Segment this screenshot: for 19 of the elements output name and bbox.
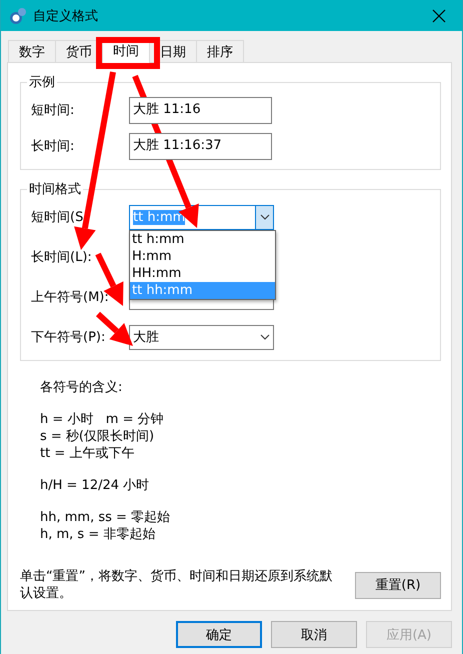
legend-text: hh, mm, ss = 零起始 bbox=[40, 509, 172, 526]
legend-text: tt = 上午或下午 bbox=[40, 445, 136, 462]
field-label: 上午符号(M): bbox=[31, 289, 110, 306]
sample-field: 大胜 11:16:37 bbox=[129, 132, 272, 160]
legend-text: h = 小时 m = 分钟 bbox=[40, 411, 165, 428]
window-title: 自定义格式 bbox=[33, 8, 99, 24]
group-title: 示例 bbox=[28, 74, 56, 91]
legend-text: h, m, s = 非零起始 bbox=[40, 526, 156, 543]
reset-note: 单击“重置”，将数字、货币、时间和日期还原到系统默认设置。 bbox=[20, 568, 334, 602]
field-label: 长时间(L): bbox=[31, 249, 93, 266]
legend-text: s = 秒(仅限长时间) bbox=[40, 428, 156, 445]
sample-field: 大胜 11:16 bbox=[129, 96, 272, 124]
field-label: 短时间: bbox=[31, 102, 76, 119]
field-label: 短时间(S bbox=[31, 209, 84, 226]
legend-text: 各符号的含义: bbox=[40, 379, 124, 396]
group-title: 时间格式 bbox=[28, 181, 82, 198]
field-label: 下午符号(P): bbox=[31, 329, 106, 346]
field-label: 长时间: bbox=[31, 138, 76, 155]
legend-text: h/H = 12/24 小时 bbox=[40, 477, 150, 494]
